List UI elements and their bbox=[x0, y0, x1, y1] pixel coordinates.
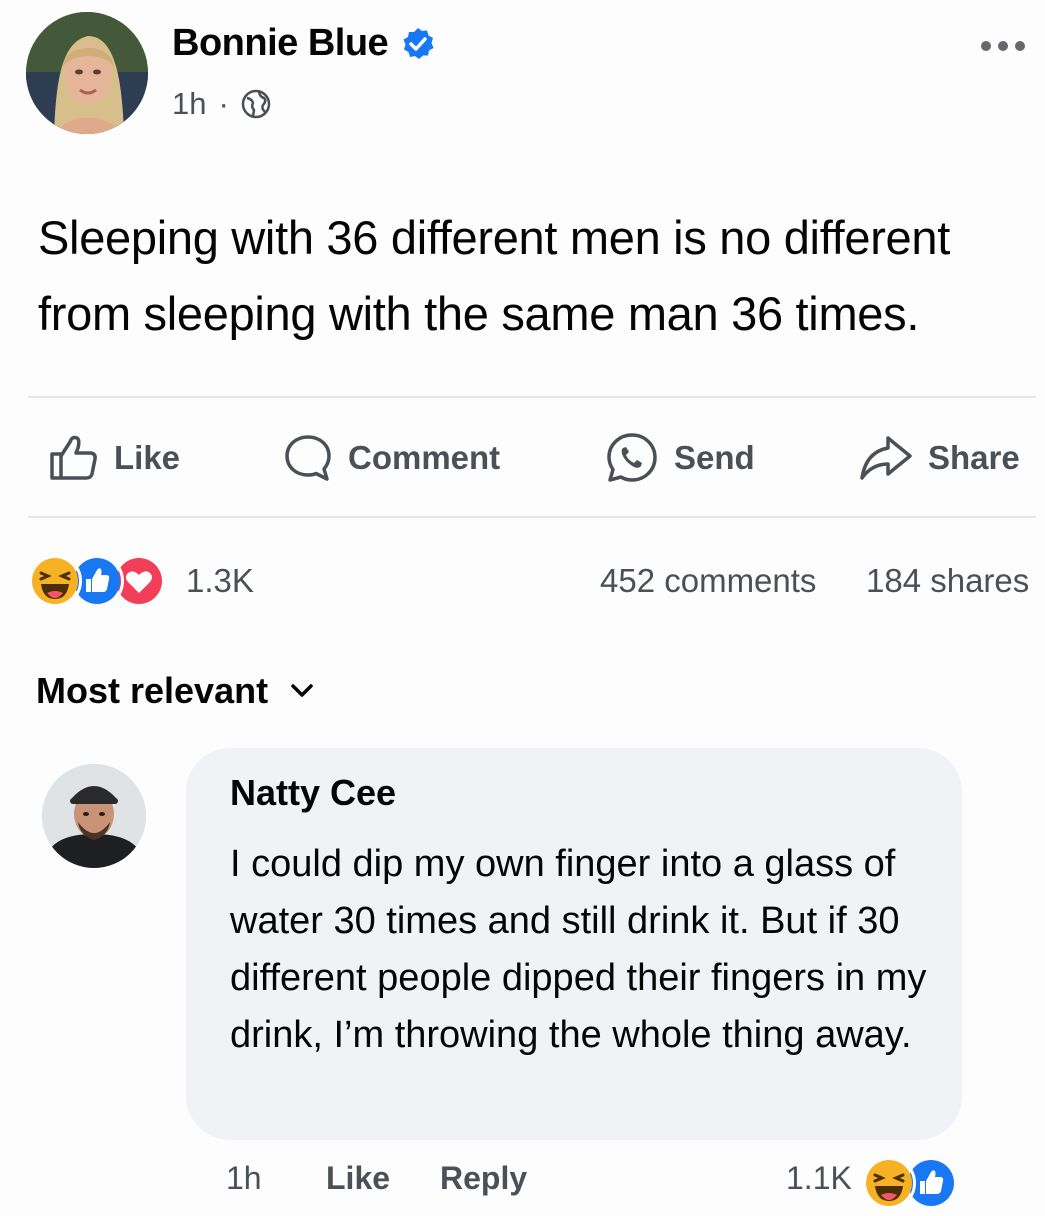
meta-separator: · bbox=[218, 86, 229, 121]
whatsapp-icon bbox=[607, 433, 657, 482]
comment-button[interactable]: Comment bbox=[282, 430, 500, 486]
post-time[interactable]: 1h bbox=[172, 86, 206, 122]
comments-count[interactable]: 452 comments bbox=[600, 562, 816, 600]
comment-time[interactable]: 1h bbox=[226, 1160, 262, 1197]
more-options-icon[interactable] bbox=[978, 34, 1028, 58]
divider-bottom bbox=[28, 516, 1036, 518]
author-avatar-image bbox=[26, 12, 148, 134]
comment-reactions-count[interactable]: 1.1K bbox=[786, 1160, 852, 1197]
send-button[interactable]: Send bbox=[604, 430, 755, 486]
post-meta: 1h · bbox=[172, 86, 271, 122]
comment-bubble-icon bbox=[285, 435, 331, 481]
like-label: Like bbox=[114, 439, 181, 476]
commenter-avatar[interactable] bbox=[42, 764, 146, 868]
comment-text: I could dip my own finger into a glass o… bbox=[230, 843, 927, 1056]
divider-top bbox=[28, 396, 1036, 398]
comment-like-button[interactable]: Like bbox=[326, 1160, 390, 1197]
verified-badge-icon bbox=[403, 27, 434, 59]
share-button[interactable]: Share bbox=[858, 430, 1020, 486]
post-author[interactable]: Bonnie Blue bbox=[172, 22, 436, 65]
globe-icon bbox=[241, 89, 271, 119]
comment-reply-button[interactable]: Reply bbox=[440, 1160, 527, 1197]
post-author-name[interactable]: Bonnie Blue bbox=[172, 22, 389, 65]
share-arrow-icon bbox=[860, 436, 912, 480]
shares-count[interactable]: 184 shares bbox=[866, 562, 1029, 600]
comment-haha-reaction-icon bbox=[862, 1156, 916, 1210]
comment-sort-dropdown[interactable]: Most relevant bbox=[36, 670, 314, 712]
commenter-avatar-image bbox=[42, 764, 146, 868]
comment-label: Comment bbox=[348, 439, 501, 476]
thumbs-up-icon bbox=[50, 435, 97, 480]
like-button[interactable]: Like bbox=[48, 430, 180, 486]
chevron-down-icon bbox=[291, 684, 313, 697]
send-label: Send bbox=[674, 439, 755, 476]
reactions-summary[interactable] bbox=[28, 554, 166, 608]
comment-author[interactable]: Natty Cee bbox=[230, 772, 396, 814]
sort-label: Most relevant bbox=[36, 670, 269, 711]
author-avatar[interactable] bbox=[26, 12, 148, 134]
reactions-count[interactable]: 1.3K bbox=[186, 562, 254, 600]
haha-reaction-icon bbox=[28, 554, 82, 608]
comment-reactions-summary[interactable] bbox=[862, 1156, 958, 1210]
post-text: Sleeping with 36 different men is no dif… bbox=[38, 211, 950, 340]
share-label: Share bbox=[928, 439, 1020, 476]
